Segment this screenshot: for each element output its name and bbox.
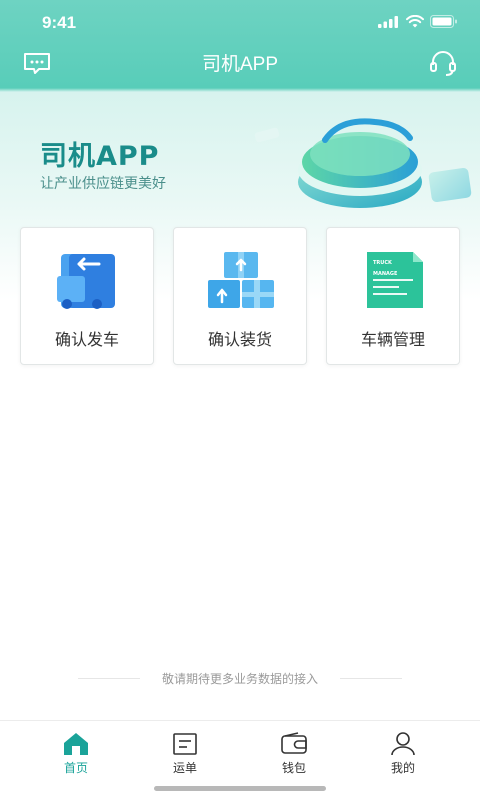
battery-icon [430,15,457,28]
hero-title: 司机APP [40,141,160,172]
profile-icon [391,732,415,756]
tab-label: 我的 [390,761,415,775]
wifi-icon [406,15,424,28]
divider-right [340,678,402,679]
tab-label: 钱包 [281,761,306,775]
footer-note: 敬请期待更多业务数据的接入 [0,670,480,686]
tab-home[interactable]: 首页 [41,731,111,783]
home-indicator[interactable] [154,786,326,791]
hero-subtitle: 让产业供应链更美好 [40,176,166,192]
status-icons [378,15,458,28]
tab-profile[interactable]: 我的 [368,731,438,783]
headset-icon[interactable] [428,48,458,82]
status-bar: 9:41 [0,0,480,44]
truck-depart-icon [57,254,115,309]
status-time: 9:41 [42,13,77,32]
tab-label: 首页 [63,761,88,775]
confirm-loading-card[interactable]: 确认装货 [173,227,307,365]
signal-icon [378,15,398,28]
card-label: 确认装货 [207,330,272,349]
home-icon [64,733,88,755]
tab-wallet[interactable]: 钱包 [259,731,329,783]
doc-text-manage: MANAGE [373,271,398,277]
confirm-depart-card[interactable]: 确认发车 [20,227,154,365]
truck-manage-doc-icon: TRUCK MANAGE [367,252,423,308]
vehicle-management-card[interactable]: TRUCK MANAGE 车辆管理 [326,227,460,365]
nav-bar: 司机APP [0,44,480,88]
nav-title: 司机APP [201,54,279,75]
card-label: 确认发车 [54,330,119,349]
waybill-icon [173,733,197,755]
card-label: 车辆管理 [360,330,425,349]
wallet-icon [281,732,307,754]
feature-cards: 确认发车 确认装货 TRUCK MANAGE 车辆管理 [20,227,460,365]
cargo-boxes-icon [208,252,274,308]
tab-label: 运单 [172,761,197,775]
doc-text-truck: TRUCK [373,260,393,266]
hero-illustration [254,118,472,208]
footer-text: 敬请期待更多业务数据的接入 [161,672,318,686]
tab-waybill[interactable]: 运单 [150,731,220,783]
